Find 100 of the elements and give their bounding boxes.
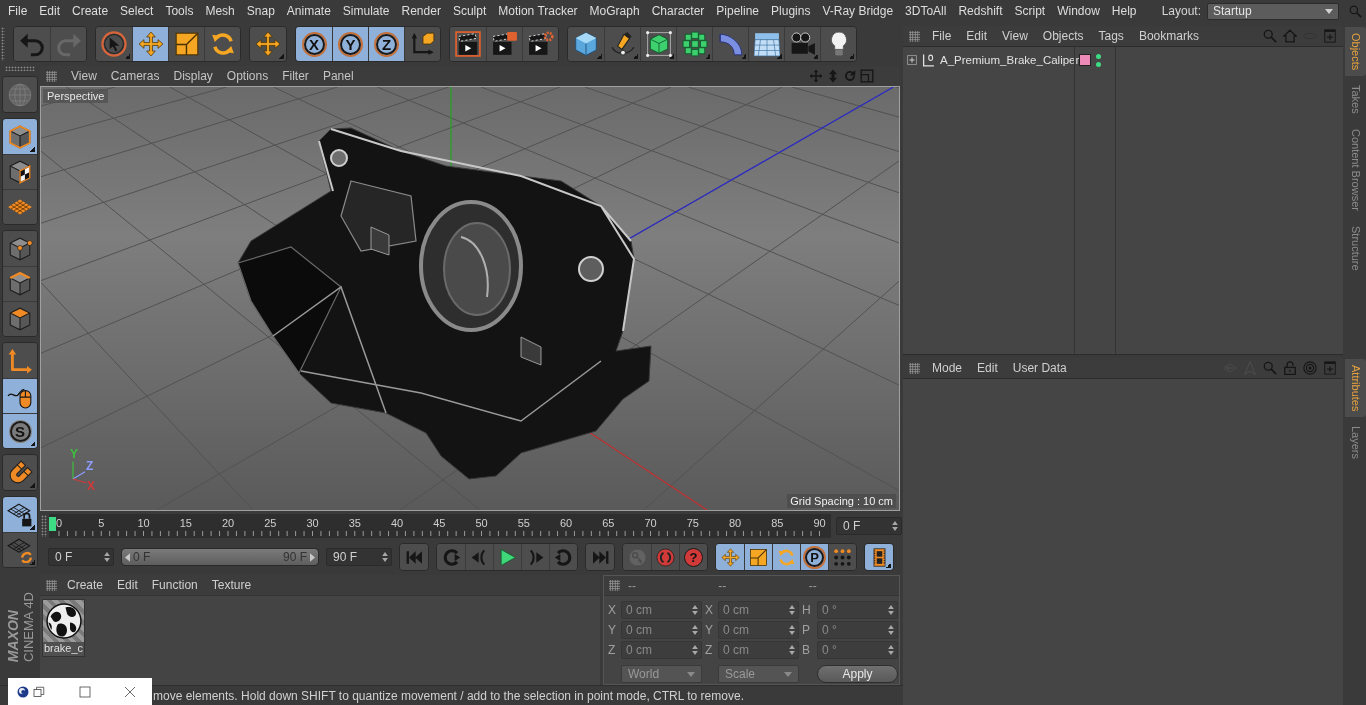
menu-item[interactable]: Pipeline <box>710 4 766 18</box>
plus-box-icon[interactable] <box>907 55 917 65</box>
menu-item[interactable]: Cameras <box>104 69 168 83</box>
side-tab[interactable]: Objects <box>1345 27 1366 77</box>
model-button[interactable] <box>3 119 37 154</box>
viewport[interactable]: Perspective Grid Spacing : 10 cm Y Z X <box>40 86 900 511</box>
menu-item[interactable]: Mode <box>930 361 970 375</box>
cube-button[interactable] <box>568 27 604 61</box>
deformer-button[interactable] <box>712 27 748 61</box>
axis-lock-button[interactable]: Z <box>368 27 404 61</box>
right-caret-icon[interactable] <box>310 552 315 562</box>
left-caret-icon[interactable] <box>125 552 130 562</box>
menu-item[interactable]: View <box>1000 29 1035 43</box>
app-logo-icon[interactable] <box>17 685 29 698</box>
start-frame-field[interactable]: 0 F <box>48 548 114 566</box>
key-selection-button[interactable]: ? <box>679 544 707 570</box>
menu-item[interactable]: Texture <box>209 578 264 592</box>
menu-item[interactable]: Function <box>149 578 210 592</box>
menu-item[interactable]: Filter <box>276 69 317 83</box>
polygons-button[interactable] <box>3 301 37 336</box>
render-settings-button[interactable] <box>522 27 558 61</box>
menu-item[interactable]: Tags <box>1096 29 1131 43</box>
menu-item[interactable]: MoGraph <box>583 4 646 18</box>
menu-item[interactable]: 3DToAll <box>899 4 953 18</box>
menu-item[interactable]: Tools <box>159 4 200 18</box>
menu-item[interactable]: Character <box>645 4 711 18</box>
coords-button[interactable] <box>404 27 440 61</box>
menu-item[interactable]: Script <box>1008 4 1052 18</box>
menu-item[interactable]: Bookmarks <box>1136 29 1206 43</box>
select-button[interactable] <box>96 27 132 61</box>
menu-item[interactable]: Display <box>167 69 221 83</box>
side-tab[interactable]: Attributes <box>1345 359 1366 418</box>
key-position-button[interactable] <box>716 544 744 570</box>
lock-workplane-button[interactable] <box>3 497 37 532</box>
grip-icon[interactable] <box>46 70 57 82</box>
key-point-level-button[interactable] <box>828 544 856 570</box>
menu-item[interactable]: File <box>2 4 34 18</box>
material-tile[interactable]: brake_c <box>42 599 85 657</box>
menu-item[interactable]: Create <box>66 4 115 18</box>
menu-item[interactable]: Panel <box>316 69 362 83</box>
menu-item[interactable]: Animate <box>280 4 337 18</box>
grip-icon[interactable] <box>609 580 620 591</box>
grip-icon[interactable] <box>5 66 35 71</box>
pen-button[interactable] <box>604 27 640 61</box>
menu-item[interactable]: Options <box>220 69 277 83</box>
menu-item[interactable]: Edit <box>33 4 67 18</box>
end-frame-field[interactable]: 90 F <box>326 548 392 566</box>
move-button[interactable] <box>132 27 168 61</box>
menu-item[interactable]: Simulate <box>336 4 396 18</box>
current-frame-field[interactable]: 0 F <box>836 517 902 535</box>
apply-button[interactable]: Apply <box>817 665 898 683</box>
subdivision-button[interactable] <box>640 27 676 61</box>
tweak-button[interactable] <box>3 378 37 413</box>
menu-item[interactable]: Edit <box>964 29 995 43</box>
timeline-window-button[interactable] <box>865 544 893 570</box>
solo-button[interactable]: S <box>3 413 37 448</box>
layout-dropdown[interactable]: Startup <box>1207 2 1339 20</box>
next-key-button[interactable] <box>549 544 577 570</box>
menu-item[interactable]: User Data <box>1010 361 1074 375</box>
key-parameter-button[interactable]: P <box>800 544 828 570</box>
grip-icon[interactable] <box>1 27 5 61</box>
grip-icon[interactable] <box>41 515 47 537</box>
workplane-button[interactable] <box>3 189 37 224</box>
timeline-ruler[interactable]: 0 5 10 15 20 25 30 35 40 45 50 55 60 65 70 75 80 85 90 <box>49 514 831 538</box>
last-frame-button[interactable] <box>586 544 614 570</box>
grip-icon[interactable] <box>909 362 920 374</box>
menu-item[interactable]: View <box>65 69 105 83</box>
grip-icon[interactable] <box>909 30 920 42</box>
visibility-dot-icon[interactable] <box>1096 53 1101 59</box>
rotate-button[interactable] <box>204 27 240 61</box>
menu-item[interactable]: Objects <box>1040 29 1091 43</box>
menu-item[interactable]: Mesh <box>199 4 241 18</box>
menu-item[interactable]: Edit <box>975 361 1005 375</box>
menu-item[interactable]: Snap <box>240 4 281 18</box>
menu-item[interactable]: Plugins <box>765 4 817 18</box>
maximize-icon[interactable] <box>79 685 91 698</box>
object-name[interactable]: A_Premium_Brake_Caliper <box>940 54 1080 66</box>
first-frame-button[interactable] <box>400 544 428 570</box>
visibility-dot-icon[interactable] <box>1096 61 1101 67</box>
menu-item[interactable]: Create <box>65 578 116 592</box>
menu-item[interactable]: Edit <box>115 578 150 592</box>
layer-color-icon[interactable] <box>1079 54 1091 66</box>
menu-item[interactable]: File <box>930 29 959 43</box>
axis-lock-button[interactable]: X <box>296 27 332 61</box>
floor-button[interactable] <box>748 27 784 61</box>
menu-item[interactable]: Sculpt <box>446 4 493 18</box>
menu-item[interactable]: Help <box>1105 4 1143 18</box>
menu-item[interactable]: Motion Tracker <box>492 4 584 18</box>
key-rotation-button[interactable] <box>772 544 800 570</box>
planar-workplane-button[interactable] <box>3 532 37 567</box>
camera-button[interactable] <box>784 27 820 61</box>
snap-button[interactable] <box>3 455 37 490</box>
light-button[interactable] <box>820 27 856 61</box>
axis-lock-button[interactable]: Y <box>332 27 368 61</box>
menu-item[interactable]: Select <box>114 4 160 18</box>
move-button[interactable] <box>250 27 286 61</box>
grip-icon[interactable] <box>46 579 57 591</box>
cloner-button[interactable] <box>676 27 712 61</box>
key-scale-button[interactable] <box>744 544 772 570</box>
restore-icon[interactable] <box>33 685 45 698</box>
